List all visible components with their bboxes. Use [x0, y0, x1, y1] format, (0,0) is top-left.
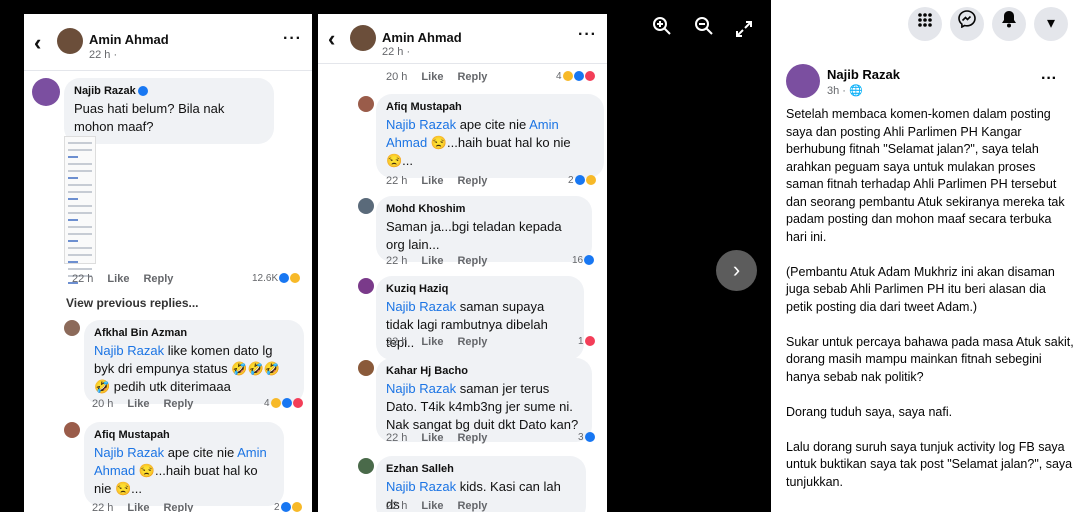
comment-meta: 20 h Like Reply: [386, 71, 488, 83]
post-sidebar: ▾ Najib Razak 3h · 🌐 ··· Setelah membaca…: [771, 0, 1080, 512]
avatar: [32, 78, 60, 106]
comment-meta: 22 h Like Reply: [92, 502, 194, 512]
panel-header: ‹ Amin Ahmad 22 h · ···: [24, 14, 312, 71]
more-icon: ···: [283, 30, 302, 47]
reaction-count: 4: [264, 398, 303, 409]
commenter-name: Afkhal Bin Azman: [94, 327, 188, 339]
comment-meta: 22 h Like Reply: [386, 336, 488, 348]
comment-meta: 22 h Like Reply: [72, 273, 174, 285]
author-avatar[interactable]: [786, 64, 820, 98]
comment-text: Najib Razak like komen dato lg byk dri e…: [94, 343, 280, 394]
avatar: [358, 278, 374, 294]
verified-badge-icon: [137, 86, 148, 97]
reaction-count: 2: [568, 175, 596, 186]
comment-meta: 22 h Like Reply: [386, 175, 488, 187]
reaction-count: 16: [572, 255, 595, 266]
commenter-name: Kahar Hj Bacho: [386, 365, 468, 377]
commenter-name: Afiq Mustapah: [386, 101, 462, 113]
comment-bubble: Afiq Mustapah Najib Razak ape cite nie A…: [376, 94, 604, 178]
commenter-name: Najib Razak: [74, 85, 136, 97]
avatar: [64, 320, 80, 336]
menu-grid-button[interactable]: [908, 7, 942, 41]
avatar: [57, 28, 83, 54]
comment-text: Najib Razak ape cite nie Amin Ahmad 😒...…: [94, 445, 267, 496]
chevron-right-icon: ›: [732, 257, 741, 282]
comment-bubble: Afiq Mustapah Najib Razak ape cite nie A…: [84, 422, 284, 506]
reaction-count: 2: [274, 502, 302, 512]
comment-bubble: Mohd Khoshim Saman ja...bgi teladan kepa…: [376, 196, 592, 262]
post-author: Amin Ahmad: [382, 30, 462, 45]
post-timestamp[interactable]: 3h · 🌐: [827, 84, 863, 97]
account-dropdown-icon: ▾: [1046, 15, 1056, 32]
reaction-count: 12.6K: [252, 273, 301, 284]
back-arrow-icon: ‹: [328, 26, 336, 51]
comment-bubble: Kahar Hj Bacho Najib Razak saman jer ter…: [376, 358, 592, 442]
post-paragraph: Dorang tuduh saya, saya nafi.: [786, 404, 953, 419]
attached-screenshot-image: [64, 136, 96, 284]
comment-text: Najib Razak ape cite nie Amin Ahmad 😒...…: [386, 117, 571, 168]
next-photo-button[interactable]: ›: [716, 250, 757, 291]
commenter-name: Mohd Khoshim: [386, 203, 466, 215]
reaction-count: 1: [578, 336, 595, 347]
reaction-count: 4: [556, 71, 595, 82]
post-author: Amin Ahmad: [89, 32, 169, 47]
comment-meta: 20 h Like Reply: [92, 398, 194, 410]
comment-text: Najib Razak saman jer terus Dato. T4ik k…: [386, 381, 579, 432]
post-paragraph: (Pembantu Atuk Adam Mukhriz ini akan dis…: [786, 264, 1055, 314]
notifications-icon: [1002, 11, 1016, 28]
more-icon: ···: [578, 26, 597, 43]
avatar: [358, 458, 374, 474]
post-paragraph: Setelah membaca komen-komen dalam postin…: [786, 107, 1065, 244]
view-previous-replies: View previous replies...: [66, 296, 199, 310]
notifications-button[interactable]: [992, 7, 1026, 41]
comment-meta: 22 h Like Reply: [386, 432, 488, 444]
menu-grid-icon: [918, 13, 932, 27]
account-dropdown-button[interactable]: ▾: [1034, 7, 1068, 41]
commenter-name: Kuziq Haziq: [386, 283, 449, 295]
comment-text: Puas hati belum? Bila nak mohon maaf?: [74, 101, 225, 134]
comment-text: Saman ja...bgi teladan kepada org lain..…: [386, 219, 562, 252]
avatar: [358, 96, 374, 112]
zoom-out-icon[interactable]: [694, 16, 714, 42]
screenshot-panel-left: ‹ Amin Ahmad 22 h · ··· Najib Razak Puas…: [24, 14, 312, 512]
avatar: [358, 198, 374, 214]
post-body: Setelah membaca komen-komen dalam postin…: [786, 106, 1074, 509]
avatar: [64, 422, 80, 438]
commenter-name: Afiq Mustapah: [94, 429, 170, 441]
comment-meta: 22 h Like Reply: [386, 255, 488, 267]
back-arrow-icon: ‹: [34, 30, 42, 55]
post-time: 22 h ·: [382, 46, 411, 58]
messenger-button[interactable]: [950, 7, 984, 41]
messenger-icon: [958, 10, 976, 29]
expand-icon[interactable]: [736, 20, 752, 43]
panel-header: ‹ Amin Ahmad 22 h · ···: [318, 14, 607, 64]
post-time: 22 h ·: [89, 49, 118, 61]
post-paragraph: Lalu dorang suruh saya tunjuk activity l…: [786, 439, 1073, 489]
comment-bubble: Najib Razak Puas hati belum? Bila nak mo…: [64, 78, 274, 144]
avatar: [358, 360, 374, 376]
screenshot-panel-right: ‹ Amin Ahmad 22 h · ··· 20 h Like Reply 4 …: [318, 14, 607, 512]
post-author-name[interactable]: Najib Razak: [827, 67, 900, 82]
commenter-name: Ezhan Salleh: [386, 463, 454, 475]
zoom-in-icon[interactable]: [652, 16, 672, 42]
more-options-icon[interactable]: ···: [1041, 70, 1057, 88]
post-paragraph: Sukar untuk percaya bahawa pada masa Atu…: [786, 334, 1074, 384]
reaction-count: 3: [578, 432, 595, 443]
comment-bubble: Afkhal Bin Azman Najib Razak like komen …: [84, 320, 304, 404]
comment-meta: 22 h Like Reply: [386, 500, 488, 512]
photo-viewer: ‹ Amin Ahmad 22 h · ··· Najib Razak Puas…: [0, 0, 771, 512]
avatar: [350, 25, 376, 51]
